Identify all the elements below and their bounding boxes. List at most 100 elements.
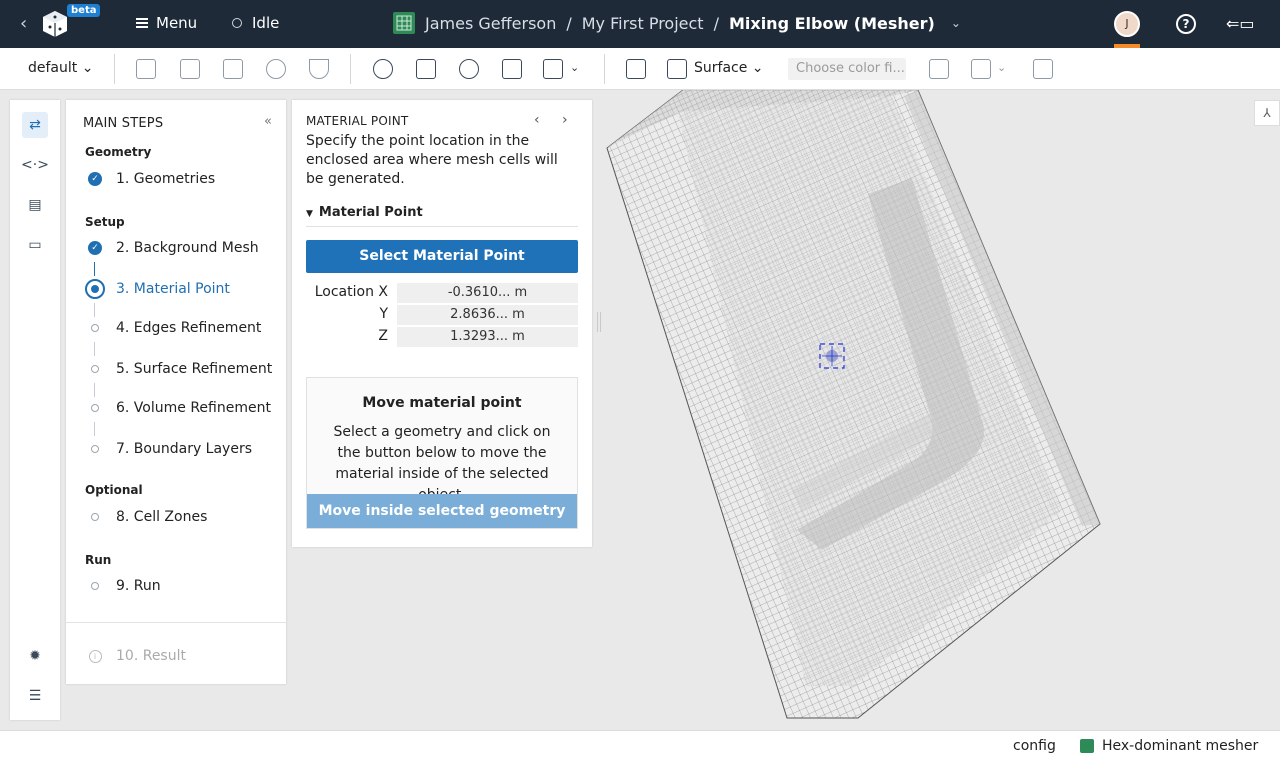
pending-step-icon	[85, 359, 105, 379]
menu-button[interactable]: Menu	[136, 14, 197, 32]
move-material-point-box: Move material point Select a geometry an…	[306, 377, 578, 529]
app-logo-icon[interactable]	[40, 8, 70, 40]
step-edges-refinement[interactable]: 4. Edges Refinement	[85, 317, 280, 339]
cube-wire-icon[interactable]	[180, 59, 200, 79]
location-x-label: Location X	[314, 284, 388, 300]
step-label: 8. Cell Zones	[116, 509, 208, 525]
fit-view-icon[interactable]	[626, 59, 646, 79]
move-inside-geometry-button[interactable]: Move inside selected geometry	[307, 494, 577, 528]
location-y-row: Y 2.8636... m	[306, 305, 578, 325]
clip-icon[interactable]	[971, 59, 991, 79]
project-grid-icon	[393, 12, 415, 34]
status-circle-icon	[232, 18, 242, 28]
status-label: Idle	[252, 14, 280, 32]
toolbar-divider	[604, 54, 605, 84]
rotate-icon[interactable]	[459, 59, 479, 79]
help-icon[interactable]: ?	[1176, 14, 1196, 34]
material-point-panel: MATERIAL POINT ‹ › Specify the point loc…	[292, 100, 592, 547]
step-geometries[interactable]: ✓ 1. Geometries	[85, 168, 280, 190]
step-label: 6. Volume Refinement	[116, 400, 271, 416]
terminal-icon[interactable]: ▭	[22, 232, 48, 258]
step-run[interactable]: 9. Run	[85, 575, 280, 597]
camera-icon[interactable]	[416, 59, 436, 79]
group-optional: Optional	[85, 483, 143, 497]
beta-badge: beta	[67, 4, 101, 17]
next-step-icon[interactable]: ›	[562, 112, 568, 128]
select-material-point-button[interactable]: Select Material Point	[306, 240, 578, 273]
step-connector	[94, 342, 95, 356]
bug-icon[interactable]: ✹	[22, 643, 48, 669]
server-icon[interactable]: ▤	[22, 192, 48, 218]
step-label: 7. Boundary Layers	[116, 441, 253, 457]
filter-icon[interactable]	[309, 59, 329, 79]
run-status: Idle	[232, 14, 279, 32]
mesher-type[interactable]: Hex-dominant mesher	[1080, 738, 1258, 754]
workflow-icon[interactable]: ⇄	[22, 112, 48, 138]
step-label: 5. Surface Refinement	[116, 361, 273, 377]
location-z-row: Z 1.3293... m	[306, 327, 578, 347]
location-y-input[interactable]: 2.8636... m	[397, 305, 578, 325]
view-preset-select[interactable]: default ⌄	[28, 60, 93, 76]
list-icon[interactable]: ☰	[22, 683, 48, 709]
step-material-point[interactable]: 3. Material Point	[85, 278, 280, 300]
back-chevron-icon[interactable]: ‹	[20, 14, 36, 34]
prev-step-icon[interactable]: ‹	[534, 112, 540, 128]
breadcrumb: James Gefferson / My First Project / Mix…	[393, 12, 961, 34]
group-setup: Setup	[85, 215, 125, 229]
code-icon[interactable]: <·>	[21, 152, 49, 178]
mesher-grid-icon	[1080, 739, 1094, 753]
step-background-mesh[interactable]: ✓ 2. Background Mesh	[85, 237, 280, 259]
breadcrumb-owner[interactable]: James Gefferson	[425, 14, 556, 33]
breadcrumb-project[interactable]: My First Project	[582, 14, 704, 33]
group-run: Run	[85, 553, 112, 567]
eye-icon[interactable]	[373, 59, 393, 79]
location-z-input[interactable]: 1.3293... m	[397, 327, 578, 347]
group-geometry: Geometry	[85, 145, 152, 159]
pending-step-icon	[85, 318, 105, 338]
material-point-section-toggle[interactable]: ▼ Material Point	[306, 205, 578, 227]
section-label: Material Point	[318, 205, 423, 220]
exit-icon[interactable]: ⇐▭	[1226, 14, 1255, 34]
config-link[interactable]: config	[1013, 738, 1056, 754]
step-label: 1. Geometries	[116, 171, 216, 187]
chevron-down-icon[interactable]: ⌄	[997, 61, 1006, 74]
axes-toggle-icon[interactable]: ⅄	[1254, 100, 1280, 126]
layers-icon[interactable]	[266, 59, 286, 79]
step-boundary-layers[interactable]: 7. Boundary Layers	[85, 438, 280, 460]
panel-toggle-icon[interactable]	[1033, 59, 1053, 79]
panel-description: Specify the point location in the enclos…	[306, 133, 558, 187]
breadcrumb-separator: /	[566, 13, 572, 33]
location-y-label: Y	[379, 306, 388, 322]
steps-divider	[66, 622, 286, 623]
pending-step-icon	[85, 507, 105, 527]
menu-label: Menu	[156, 14, 198, 32]
step-volume-refinement[interactable]: 6. Volume Refinement	[85, 397, 280, 419]
chevron-down-icon[interactable]: ⌄	[951, 16, 961, 30]
project-grid-lines	[396, 15, 412, 31]
tools-icon[interactable]	[543, 59, 563, 79]
steps-title: MAIN STEPS	[83, 116, 164, 131]
cube-view-icon[interactable]	[136, 59, 156, 79]
avatar[interactable]: J	[1114, 11, 1140, 37]
color-field-select[interactable]: Choose color fi...	[788, 58, 906, 80]
current-step-icon	[85, 279, 105, 299]
step-label: 9. Run	[116, 578, 161, 594]
grid-view-icon[interactable]	[223, 59, 243, 79]
steps-panel: MAIN STEPS « Geometry ✓ 1. Geometries Se…	[66, 100, 286, 684]
slice-icon[interactable]	[929, 59, 949, 79]
location-z-label: Z	[378, 328, 388, 344]
left-rail: ⇄ <·> ▤ ▭ ✹ ☰	[10, 100, 60, 720]
step-surface-refinement[interactable]: 5. Surface Refinement	[85, 358, 280, 380]
location-x-input[interactable]: -0.3610... m	[397, 283, 578, 303]
render-mode-select[interactable]: Surface ⌄	[694, 60, 764, 76]
step-label: 10. Result	[116, 648, 186, 664]
step-cell-zones[interactable]: 8. Cell Zones	[85, 506, 280, 528]
collapse-icon[interactable]: «	[264, 114, 272, 129]
3d-viewport[interactable]	[592, 90, 1280, 730]
mesher-label: Hex-dominant mesher	[1102, 738, 1259, 754]
info-icon: i	[85, 646, 105, 666]
chevron-down-icon[interactable]: ⌄	[570, 61, 579, 74]
status-bar: config Hex-dominant mesher	[0, 730, 1280, 760]
step-label: 3. Material Point	[116, 281, 230, 297]
box-icon[interactable]	[502, 59, 522, 79]
